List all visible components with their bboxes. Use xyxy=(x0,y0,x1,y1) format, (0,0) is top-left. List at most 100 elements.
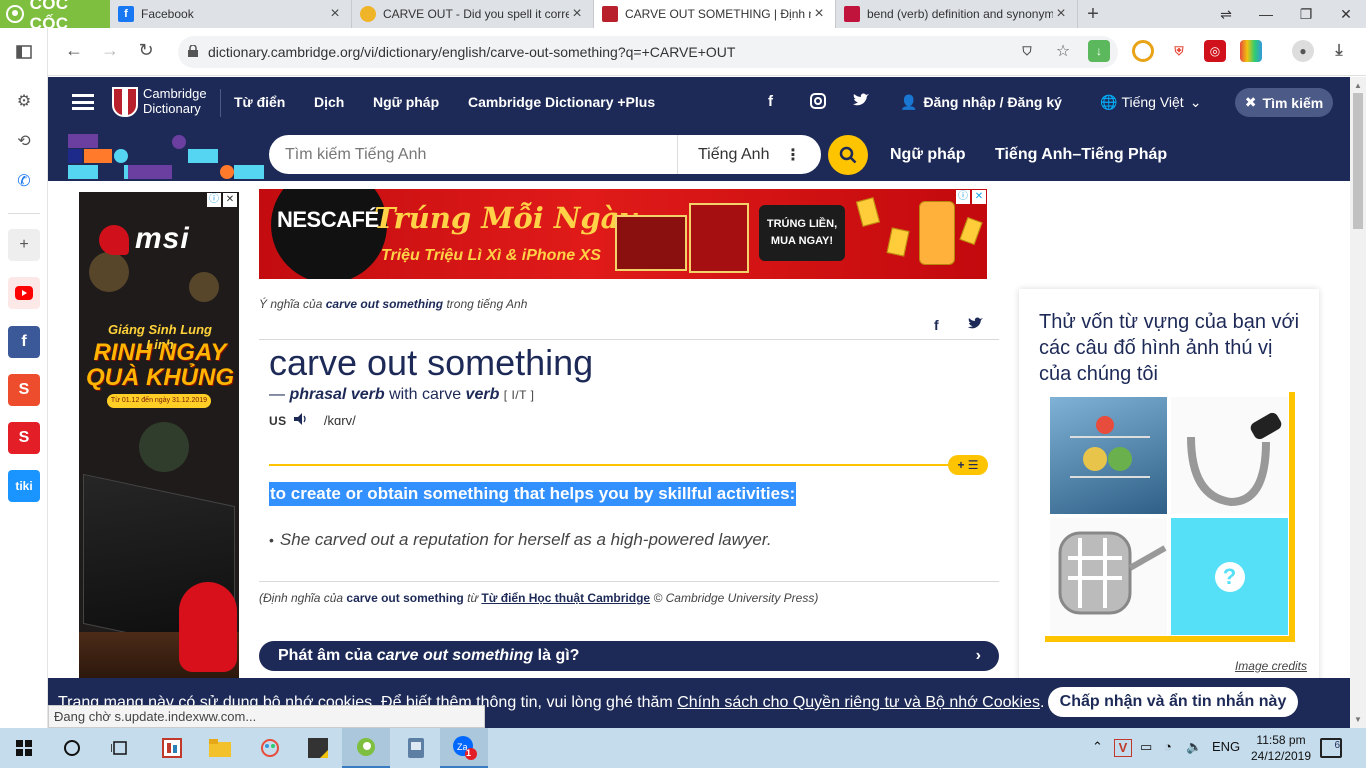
pronunciation-question-bar[interactable]: Phát âm của carve out something là gì? › xyxy=(259,641,999,671)
quiz-image-mystery[interactable]: ? xyxy=(1171,518,1288,635)
shield-icon[interactable]: ⛉ xyxy=(1016,40,1038,62)
windows-start-icon[interactable] xyxy=(0,728,48,768)
search-input[interactable]: Tìm kiếm Tiếng Anh Tiếng Anh ⋮ xyxy=(269,135,821,174)
header-search-button[interactable]: ✖ Tìm kiếm xyxy=(1235,88,1333,117)
quiz-image-dishwasher[interactable] xyxy=(1050,397,1167,514)
sidebar-toggle-icon[interactable] xyxy=(8,36,40,68)
youtube-icon[interactable] xyxy=(8,277,40,309)
close-ad-icon[interactable]: ✕ xyxy=(972,190,986,204)
avatar[interactable]: ● xyxy=(1292,40,1314,62)
coccoc-taskbar-icon[interactable] xyxy=(342,728,390,768)
reload-icon[interactable]: ↻ xyxy=(134,40,158,61)
chevron-up-icon[interactable]: ⌃ xyxy=(1092,739,1103,755)
paint-icon[interactable] xyxy=(246,728,294,768)
quiz-image-masher[interactable] xyxy=(1050,518,1167,635)
task-view-icon[interactable] xyxy=(96,728,144,768)
picture-quiz-widget[interactable]: Thử vốn từ vựng của bạn với các câu đố h… xyxy=(1019,289,1319,689)
sendo-icon[interactable]: S xyxy=(8,422,40,454)
facebook-share-icon[interactable]: f xyxy=(934,317,939,333)
cookie-accept-button[interactable]: Chấp nhận và ẩn tin nhắn này xyxy=(1048,687,1298,717)
shopee-icon[interactable]: S xyxy=(8,374,40,406)
network-icon[interactable]: ▭ xyxy=(1140,739,1152,755)
restore-icon[interactable]: ❐ xyxy=(1286,0,1326,28)
browser-menu-button[interactable]: CỐC CỐC xyxy=(0,0,110,33)
page-scrollbar[interactable]: ▲ ▼ xyxy=(1350,77,1366,728)
bookmark-star-icon[interactable]: ☆ xyxy=(1052,40,1074,62)
grammar-code[interactable]: [ I/T ] xyxy=(504,388,535,402)
pos-label[interactable]: phrasal verb xyxy=(289,386,384,403)
nav-dictionary[interactable]: Từ điển xyxy=(234,94,285,110)
url-field[interactable]: dictionary.cambridge.org/vi/dictionary/e… xyxy=(178,36,1118,68)
close-icon[interactable]: × xyxy=(327,5,343,23)
nav-grammar[interactable]: Ngữ pháp xyxy=(373,94,439,110)
download-icon[interactable]: ⤓ xyxy=(1328,40,1350,62)
extension-icon[interactable] xyxy=(1240,40,1262,62)
download-icon[interactable]: ↓ xyxy=(1088,40,1110,62)
nescafe-ad[interactable]: NESCAFÉ Trúng Mỗi Ngày Triệu Triệu Lì Xì… xyxy=(259,189,987,279)
history-icon[interactable]: ⟲ xyxy=(8,125,40,157)
quiz-image-peeler[interactable] xyxy=(1171,397,1288,514)
msi-ad[interactable]: msi Giáng Sinh Lung Linh RINH NGAY QUÀ K… xyxy=(79,192,239,682)
more-options-icon[interactable]: ⋮ xyxy=(785,145,801,165)
vietkey-icon[interactable]: V xyxy=(1114,739,1132,757)
language-indicator[interactable]: ENG xyxy=(1212,739,1240,754)
volume-icon[interactable]: 🔈 xyxy=(1186,739,1202,755)
wifi-icon[interactable]: ◔ xyxy=(1164,739,1172,754)
extension-icon[interactable] xyxy=(1132,40,1154,62)
add-to-list-button[interactable]: + ☰ xyxy=(948,455,988,475)
nav-translate[interactable]: Dịch xyxy=(314,94,344,110)
add-icon[interactable]: + xyxy=(8,229,40,261)
adchoices-icon[interactable]: ⓘ xyxy=(956,190,970,204)
tab-bend-verb[interactable]: bend (verb) definition and synonym × xyxy=(836,0,1078,28)
zalo-icon[interactable]: Za 1 xyxy=(440,728,488,768)
search-icon[interactable] xyxy=(48,728,96,768)
nav-plus[interactable]: Cambridge Dictionary +Plus xyxy=(468,94,655,110)
facebook-icon[interactable]: f xyxy=(768,93,773,110)
close-icon[interactable]: × xyxy=(1053,5,1069,23)
pos-verb[interactable]: verb xyxy=(466,386,500,403)
tab-carve-out-spell[interactable]: CARVE OUT - Did you spell it corre × xyxy=(352,0,594,28)
tab-list-icon[interactable]: ⇌ xyxy=(1206,0,1246,28)
settings-icon[interactable]: ⚙ xyxy=(8,85,40,117)
new-tab-button[interactable]: + xyxy=(1078,0,1108,28)
close-ad-icon[interactable]: ✕ xyxy=(223,193,237,207)
adblock-icon[interactable]: ⛨ xyxy=(1168,40,1190,62)
link-grammar[interactable]: Ngữ pháp xyxy=(890,146,966,164)
minimize-icon[interactable]: — xyxy=(1246,0,1286,28)
tiki-icon[interactable]: tiki xyxy=(8,470,40,502)
source-dictionary-link[interactable]: Từ điển Học thuật Cambridge xyxy=(481,591,650,605)
language-selector[interactable]: 🌐 Tiếng Việt ⌄ xyxy=(1100,94,1201,111)
clock[interactable]: 11:58 pm 24/12/2019 xyxy=(1250,732,1312,764)
cookie-policy-link[interactable]: Chính sách cho Quyền riêng tư và Bộ nhớ … xyxy=(677,694,1040,711)
twitter-share-icon[interactable] xyxy=(968,317,983,333)
scroll-up-icon[interactable]: ▲ xyxy=(1354,81,1362,90)
link-english-french[interactable]: Tiếng Anh–Tiếng Pháp xyxy=(995,146,1167,164)
speaker-icon[interactable] xyxy=(294,413,310,428)
login-link[interactable]: 👤 Đăng nhập / Đăng ký xyxy=(900,94,1062,111)
image-credits-link[interactable]: Image credits xyxy=(1235,659,1307,673)
sticky-notes-icon[interactable] xyxy=(294,728,342,768)
site-logo[interactable]: Cambridge Dictionary xyxy=(143,86,207,116)
facebook-icon[interactable]: f xyxy=(8,326,40,358)
instagram-icon[interactable] xyxy=(810,93,826,113)
hamburger-menu-icon[interactable] xyxy=(72,94,94,110)
twitter-icon[interactable] xyxy=(853,93,869,111)
scroll-down-icon[interactable]: ▼ xyxy=(1354,715,1362,724)
back-icon[interactable]: ← xyxy=(62,40,86,61)
file-explorer-icon[interactable] xyxy=(196,728,244,768)
tab-facebook[interactable]: f Facebook × xyxy=(110,0,352,28)
notification-center-icon[interactable]: 6 xyxy=(1320,738,1342,758)
close-icon[interactable]: × xyxy=(569,5,585,23)
tab-carve-out-something[interactable]: CARVE OUT SOMETHING | Định ng × xyxy=(594,0,836,28)
messenger-icon[interactable]: ✆ xyxy=(8,165,40,197)
adchoices-icon[interactable]: ⓘ xyxy=(207,193,221,207)
app-icon[interactable] xyxy=(148,728,196,768)
close-icon[interactable]: × xyxy=(811,5,827,23)
forward-icon[interactable]: → xyxy=(98,40,122,61)
close-window-icon[interactable]: ✕ xyxy=(1326,0,1366,28)
search-submit-button[interactable] xyxy=(828,135,868,175)
extension-icon[interactable]: ◎ xyxy=(1204,40,1226,62)
app-icon[interactable] xyxy=(392,728,440,768)
cambridge-crest-logo[interactable] xyxy=(112,87,138,117)
scrollbar-thumb[interactable] xyxy=(1353,93,1363,229)
